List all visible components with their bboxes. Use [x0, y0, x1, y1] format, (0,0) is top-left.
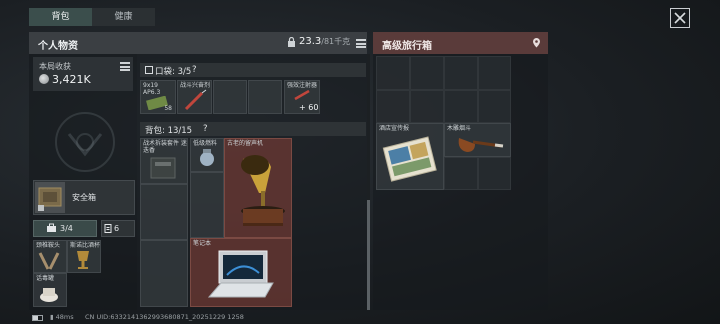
wifi-ping: ▮ 48ms — [50, 313, 74, 321]
left-item-slot[interactable]: 斯诺比酒杯 — [67, 240, 101, 273]
travel-grid-cell[interactable] — [444, 56, 478, 90]
pocket-item-label: 强效注射器 — [287, 82, 318, 89]
travel-grid-cell[interactable] — [478, 90, 511, 123]
bag-slot[interactable]: 战术拆装套件 迷迭香 — [140, 138, 188, 184]
travel-item-label: 木雕烟斗 — [447, 125, 472, 132]
stat-a-value: 3/4 — [60, 224, 73, 233]
briefcase-icon — [47, 223, 56, 232]
stat-b-value: 6 — [114, 224, 120, 233]
pocket-title: 口袋: 3/5 — [155, 67, 192, 77]
hotel-brochure-icon — [382, 136, 437, 182]
goblet-item-icon — [77, 251, 89, 269]
earnings-value: 3,421K — [52, 73, 91, 86]
weight-current: 23.3 — [299, 36, 322, 47]
pocket-slot[interactable]: 战斗兴奋剂 — [177, 80, 212, 114]
pocket-help[interactable]: ? — [192, 65, 197, 75]
bag-slot-empty[interactable] — [140, 184, 188, 240]
bag-item-label: 战术拆装套件 迷迭香 — [143, 140, 187, 154]
safe-box-label: 安全箱 — [72, 193, 96, 202]
earnings-label: 本局收获 — [39, 62, 71, 71]
battery-icon — [32, 315, 43, 321]
bag-title: 背包: 13/15 — [145, 126, 193, 136]
bag-slot-empty[interactable] — [140, 240, 188, 307]
lock-weight-icon — [288, 37, 295, 47]
pocket-item-count: + 60 — [299, 103, 319, 112]
travel-grid-cell[interactable] — [376, 56, 410, 90]
left-item-label: 话毒罐 — [36, 275, 55, 282]
travel-grid-cell[interactable] — [444, 157, 478, 190]
left-item-slot[interactable]: 话毒罐 — [33, 273, 67, 307]
laptop-icon — [207, 250, 274, 298]
travel-item-slot[interactable]: 木雕烟斗 — [444, 123, 511, 157]
pocket-slot-empty[interactable] — [248, 80, 282, 114]
travel-item-slot[interactable]: 酒店宣传报 — [376, 123, 444, 190]
bag-slot-empty[interactable] — [190, 172, 224, 238]
weight-readout: 23.3/81千克 — [299, 36, 350, 47]
pocket-square-icon — [145, 66, 153, 74]
personal-title: 个人物资 — [38, 41, 78, 52]
bag-help[interactable]: ? — [203, 124, 208, 134]
tab-health[interactable]: 健康 — [92, 8, 155, 26]
location-pin-icon[interactable] — [532, 37, 541, 48]
clipboard-icon — [104, 224, 112, 233]
travel-box-title: 高级旅行箱 — [382, 41, 432, 52]
injector-icon — [294, 89, 310, 101]
bag-item-label: 古老的留声机 — [227, 140, 264, 147]
pocket-item-count: 58 — [164, 105, 172, 112]
weight-max: /81千克 — [321, 37, 351, 46]
faction-emblem-icon — [55, 112, 115, 172]
pocket-slot-empty[interactable] — [213, 80, 247, 114]
travel-grid-cell[interactable] — [478, 157, 511, 190]
pocket-item-label: 9x19 AP6.3 — [143, 82, 161, 96]
syringe-icon — [184, 89, 207, 111]
left-item-label: 斯诺比酒杯 — [70, 242, 101, 249]
plus-icon: + — [299, 103, 306, 112]
travel-grid-cell[interactable] — [410, 56, 444, 90]
pocket-slot[interactable]: 9x19 AP6.3 58 — [140, 80, 176, 114]
left-item-slot[interactable]: 颈椎鞍头 — [33, 240, 67, 273]
travel-grid-cell[interactable] — [444, 90, 478, 123]
fuel-can-icon — [200, 149, 214, 166]
bag-slot-phonograph[interactable]: 古老的留声机 — [224, 138, 292, 238]
sort-list-icon[interactable] — [356, 39, 366, 48]
uid-text: CN UID:6332141362993680871_20251229 1258 — [85, 313, 244, 321]
tool-kit-icon — [150, 157, 176, 179]
left-item-label: 颈椎鞍头 — [36, 242, 61, 249]
bag-slot[interactable]: 低级燃料 — [190, 138, 224, 172]
bag-slot-laptop[interactable]: 笔记本 — [190, 238, 292, 307]
close-button[interactable] — [670, 8, 690, 28]
horn-item-icon — [38, 252, 60, 270]
pocket-item-label: 战斗兴奋剂 — [180, 82, 211, 89]
travel-item-label: 酒店宣传报 — [379, 125, 410, 132]
travel-grid-cell[interactable] — [376, 90, 410, 123]
close-icon — [674, 12, 686, 24]
phonograph-icon — [241, 155, 285, 226]
earnings-list-icon[interactable] — [120, 62, 130, 71]
wooden-pipe-icon — [458, 138, 504, 152]
pocket-slot[interactable]: 强效注射器 + 60 — [284, 80, 320, 114]
bag-item-label: 笔记本 — [193, 240, 212, 247]
safe-box-icon — [35, 182, 65, 213]
tab-backpack[interactable]: 背包 — [29, 8, 92, 26]
travel-grid-cell[interactable] — [410, 90, 444, 123]
bag-item-label: 低级燃料 — [193, 140, 218, 147]
canister-item-icon — [40, 288, 58, 302]
scrollbar-thumb[interactable] — [367, 200, 370, 310]
wifi-icon: ▮ — [50, 313, 54, 321]
travel-grid-cell[interactable] — [478, 56, 511, 90]
